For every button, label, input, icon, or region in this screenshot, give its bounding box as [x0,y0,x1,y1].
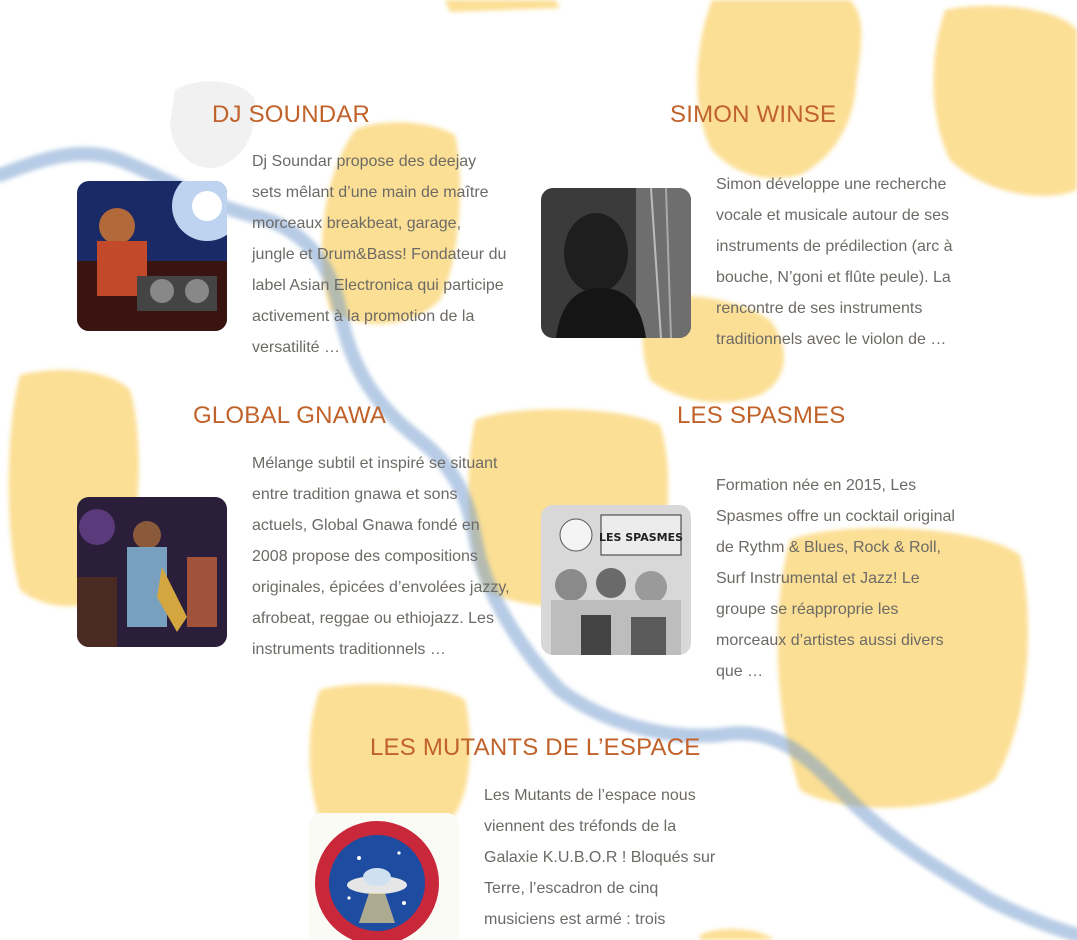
splash-shape [445,0,560,12]
artist-photo-simon-winse[interactable] [541,188,691,338]
splash-shape [933,5,1077,196]
artist-description-les-mutants-de-l-espace: Les Mutants de l’espace nous viennent de… [484,787,716,928]
artist-description-simon-winse: Simon développe une recherche vocale et … [716,176,953,348]
artist-title-les-spasmes[interactable]: LES SPASMES [677,402,846,430]
artists-page: DJ SOUNDAR Dj Soundar propose des deejay… [0,0,1077,940]
artist-title-global-gnawa[interactable]: GLOBAL GNAWA [193,402,386,430]
artist-photo-les-spasmes[interactable]: LES SPASMES [541,505,691,655]
splash-shape [697,0,862,179]
artist-title-simon-winse[interactable]: SIMON WINSE [670,101,836,129]
artist-title-dj-soundar[interactable]: DJ SOUNDAR [212,101,370,129]
artist-photo-dj-soundar[interactable] [77,181,227,331]
artist-description-les-spasmes: Formation née en 2015, Les Spasmes offre… [716,477,955,680]
artist-photo-global-gnawa[interactable] [77,497,227,647]
artist-title-les-mutants-de-l-espace[interactable]: LES MUTANTS DE L’ESPACE [370,734,700,762]
artist-description-dj-soundar: Dj Soundar propose des deejay sets mêlan… [252,153,507,356]
artist-logo-les-mutants-de-l-espace[interactable] [309,813,459,940]
poster-text: LES SPASMES [599,531,683,544]
artist-description-global-gnawa: Mélange subtil et inspiré se situant ent… [252,455,510,658]
